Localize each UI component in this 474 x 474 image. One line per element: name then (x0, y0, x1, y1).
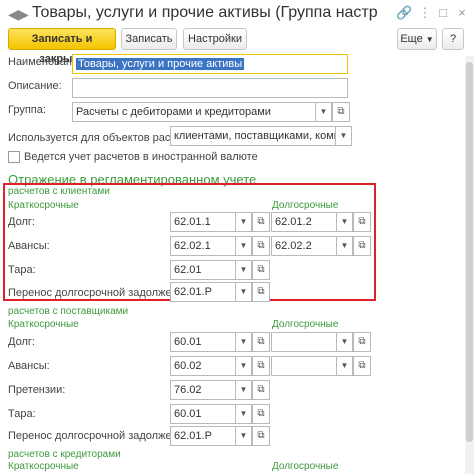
settings-label: Настройки (188, 33, 242, 45)
long-term-label: Долгосрочные (272, 461, 339, 472)
account-short-input[interactable]: 62.01 (170, 260, 236, 280)
description-input[interactable] (72, 78, 348, 98)
account-long-input[interactable]: 62.01.2 (271, 212, 337, 232)
dropdown-arrow-icon[interactable]: ▼ (236, 260, 252, 280)
dropdown-arrow-icon[interactable]: ▼ (236, 426, 252, 446)
open-icon[interactable]: ⧉ (332, 102, 350, 122)
maximize-icon[interactable]: □ (436, 6, 450, 20)
description-label: Описание: (8, 80, 62, 92)
row-label: Претензии: (8, 384, 66, 396)
group-input[interactable]: Расчеты с дебиторами и кредиторами (72, 102, 316, 122)
name-value: Товары, услуги и прочие активы (76, 58, 245, 70)
open-icon[interactable]: ⧉ (252, 332, 270, 352)
open-icon[interactable]: ⧉ (252, 236, 270, 256)
dropdown-arrow-icon[interactable]: ▼ (236, 356, 252, 376)
dropdown-arrow-icon[interactable]: ▼ (337, 332, 353, 352)
account-short-input[interactable]: 60.01 (170, 332, 236, 352)
dropdown-arrow-icon[interactable]: ▼ (316, 102, 332, 122)
dropdown-arrow-icon[interactable]: ▼ (236, 236, 252, 256)
account-long-input[interactable] (271, 332, 337, 352)
dropdown-arrow-icon[interactable]: ▼ (236, 212, 252, 232)
group-label: Группа: (8, 104, 46, 116)
open-icon[interactable]: ⧉ (252, 380, 270, 400)
open-icon[interactable]: ⧉ (353, 212, 371, 232)
open-icon[interactable]: ⧉ (353, 356, 371, 376)
currency-checkbox[interactable] (8, 151, 20, 163)
scrollbar-thumb[interactable] (466, 62, 473, 442)
short-term-label: Краткосрочные (8, 461, 79, 472)
dropdown-arrow-icon[interactable]: ▼ (236, 332, 252, 352)
open-icon[interactable]: ⧉ (252, 356, 270, 376)
group-title-suppliers: расчетов с поставщиками (8, 306, 129, 317)
dropdown-arrow-icon[interactable]: ▼ (236, 380, 252, 400)
more-button[interactable]: Еще ▼ (397, 28, 437, 50)
link-icon[interactable]: 🔗 (396, 6, 412, 20)
window-title: Товары, услуги и прочие активы (Группа н… (32, 4, 378, 21)
short-term-label: Краткосрочные (8, 200, 79, 211)
close-icon[interactable]: × (455, 6, 469, 20)
short-term-label: Краткосрочные (8, 319, 79, 330)
save-and-close-button[interactable]: Записать и закрыть (8, 28, 116, 65)
open-icon[interactable]: ⧉ (252, 404, 270, 424)
long-term-label: Долгосрочные (272, 200, 339, 211)
open-icon[interactable]: ⧉ (353, 332, 371, 352)
row-label: Долг: (8, 336, 35, 348)
back-arrow-icon[interactable]: ◀ (8, 7, 19, 21)
currency-label: Ведется учет расчетов в иностранной валю… (24, 151, 258, 163)
row-label: Тара: (8, 408, 36, 420)
dropdown-arrow-icon[interactable]: ▼ (337, 356, 353, 376)
dropdown-arrow-icon[interactable]: ▼ (337, 212, 353, 232)
row-label: Авансы: (8, 360, 50, 372)
account-short-input[interactable]: 62.01.Р (170, 426, 236, 446)
row-label: Авансы: (8, 240, 50, 252)
dropdown-arrow-icon[interactable]: ▼ (337, 236, 353, 256)
title-bar: ◀ ▶ Товары, услуги и прочие активы (Груп… (0, 0, 474, 26)
account-short-input[interactable]: 60.01 (170, 404, 236, 424)
open-icon[interactable]: ⧉ (252, 212, 270, 232)
row-label: Долг: (8, 216, 35, 228)
account-short-input[interactable]: 62.01.Р (170, 282, 236, 302)
help-button[interactable]: ? (442, 28, 464, 50)
name-input[interactable]: Товары, услуги и прочие активы (72, 54, 348, 74)
forward-arrow-icon[interactable]: ▶ (18, 7, 29, 21)
group-title-creditors: расчетов с кредиторами (8, 449, 121, 460)
settings-button[interactable]: Настройки ▼ (183, 28, 247, 64)
kebab-menu-icon[interactable]: ⋮ (418, 6, 432, 20)
account-short-input[interactable]: 62.01.1 (170, 212, 236, 232)
group-title-clients: расчетов с клиентами (8, 186, 110, 197)
account-long-input[interactable]: 62.02.2 (271, 236, 337, 256)
used-for-input[interactable]: клиентами, поставщиками, комиссионер (170, 126, 336, 146)
account-short-input[interactable]: 60.02 (170, 356, 236, 376)
open-icon[interactable]: ⧉ (252, 282, 270, 302)
open-icon[interactable]: ⧉ (252, 426, 270, 446)
dropdown-arrow-icon[interactable]: ▼ (336, 126, 352, 146)
account-short-input[interactable]: 62.02.1 (170, 236, 236, 256)
long-term-label: Долгосрочные (272, 319, 339, 330)
more-label: Еще (400, 33, 423, 45)
chevron-down-icon: ▼ (425, 35, 434, 44)
dropdown-arrow-icon[interactable]: ▼ (236, 282, 252, 302)
save-button[interactable]: Записать (121, 28, 177, 50)
dropdown-arrow-icon[interactable]: ▼ (236, 404, 252, 424)
account-short-input[interactable]: 76.02 (170, 380, 236, 400)
open-icon[interactable]: ⧉ (353, 236, 371, 256)
account-long-input[interactable] (271, 356, 337, 376)
open-icon[interactable]: ⧉ (252, 260, 270, 280)
row-label: Тара: (8, 264, 36, 276)
